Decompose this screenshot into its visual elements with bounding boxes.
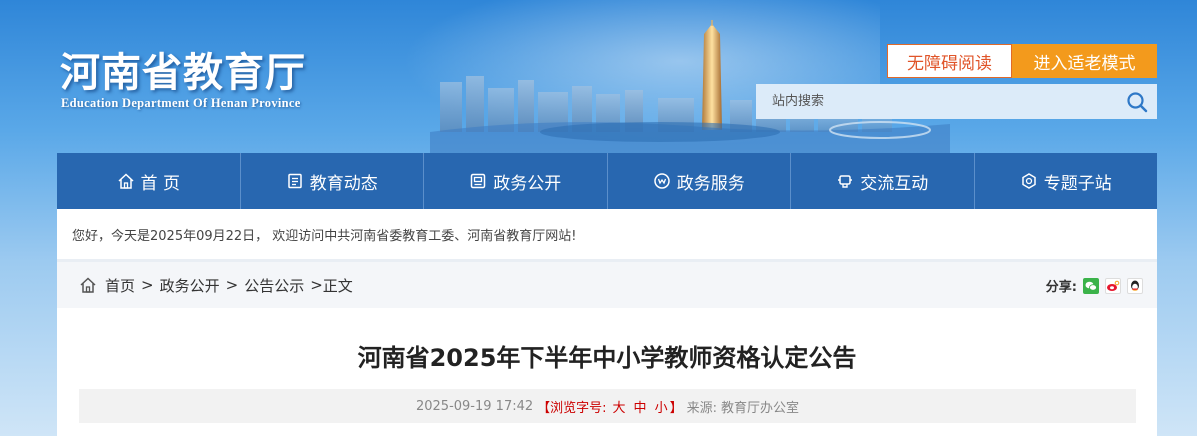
home-icon: [79, 276, 97, 294]
nav-item-topic[interactable]: 专题子站: [975, 153, 1158, 209]
qq-icon[interactable]: [1127, 277, 1143, 294]
service-icon: [654, 173, 670, 189]
article-panel: 首页 > 政务公开 > 公告公示 > 正文 分享: 河南省2025年下半年中小学…: [57, 259, 1157, 436]
source-label: 来源:: [686, 400, 717, 416]
nav-item-news[interactable]: 教育动态: [241, 153, 424, 209]
weibo-icon[interactable]: [1105, 277, 1121, 294]
site-title: 河南省教育厅: [60, 49, 306, 96]
nav-item-label: 首 页: [140, 173, 180, 194]
font-size-small[interactable]: 小: [653, 397, 670, 416]
nav-item-interact[interactable]: 交流互动: [791, 153, 975, 209]
main-nav: 首 页 教育动态 政务公开 政务服务 交流互动 专题子站: [57, 153, 1157, 209]
article-meta: 2025-09-19 17:42 【浏览字号: 大 中 小 】 来源: 教育厅办…: [79, 389, 1136, 423]
breadcrumb-current: 正文: [322, 276, 353, 295]
font-size-medium[interactable]: 中: [632, 397, 649, 416]
article-date: 2025-09-19 17:42: [415, 398, 534, 414]
elder-mode-button[interactable]: 进入适老模式: [1012, 44, 1157, 78]
nav-item-label: 政务公开: [493, 173, 562, 194]
nav-item-label: 交流互动: [860, 173, 929, 194]
nav-item-home[interactable]: 首 页: [57, 153, 241, 209]
welcome-text: 您好，今天是2025年09月22日， 欢迎访问中共河南省委教育工委、河南省教育厅…: [72, 228, 577, 244]
breadcrumb-separator: >: [225, 276, 239, 294]
search-input[interactable]: [756, 84, 1117, 119]
share-bar: 分享:: [1046, 276, 1143, 295]
breadcrumb-separator: >: [310, 276, 323, 294]
header-banner: 河南省教育厅 Education Department Of Henan Pro…: [0, 0, 1197, 153]
wechat-icon[interactable]: [1083, 277, 1099, 294]
welcome-bar: 您好，今天是2025年09月22日， 欢迎访问中共河南省委教育工委、河南省教育厅…: [57, 209, 1157, 259]
accessibility-button[interactable]: 无障碍阅读: [887, 44, 1012, 78]
article-source: 教育厅办公室: [720, 400, 799, 416]
font-size-large[interactable]: 大: [611, 397, 628, 416]
font-size-prefix: 【浏览字号:: [537, 400, 607, 416]
topic-icon: [1022, 173, 1036, 189]
nav-item-label: 专题子站: [1043, 173, 1112, 194]
search-box: [756, 84, 1157, 119]
breadcrumb-notice-link[interactable]: 公告公示: [244, 275, 304, 296]
gov-icon: [471, 173, 486, 189]
home-icon: [118, 173, 134, 189]
font-size-suffix: 】: [669, 400, 683, 416]
breadcrumb: 首页 > 政务公开 > 公告公示 > 正文: [57, 262, 1157, 308]
nav-item-gov[interactable]: 政务公开: [424, 153, 608, 209]
breadcrumb-home-link[interactable]: 首页: [105, 275, 135, 296]
breadcrumb-gov-link[interactable]: 政务公开: [160, 275, 220, 296]
share-label: 分享:: [1045, 280, 1077, 295]
nav-item-service[interactable]: 政务服务: [608, 153, 791, 209]
breadcrumb-separator: >: [141, 276, 154, 294]
nav-item-label: 政务服务: [676, 173, 745, 194]
interact-icon: [838, 175, 853, 188]
article-title: 河南省2025年下半年中小学教师资格认定公告: [357, 344, 857, 372]
nav-item-label: 教育动态: [309, 173, 378, 194]
site-title-en: Education Department Of Henan Province: [61, 96, 301, 110]
search-icon[interactable]: [1117, 84, 1157, 119]
news-icon: [288, 173, 302, 189]
